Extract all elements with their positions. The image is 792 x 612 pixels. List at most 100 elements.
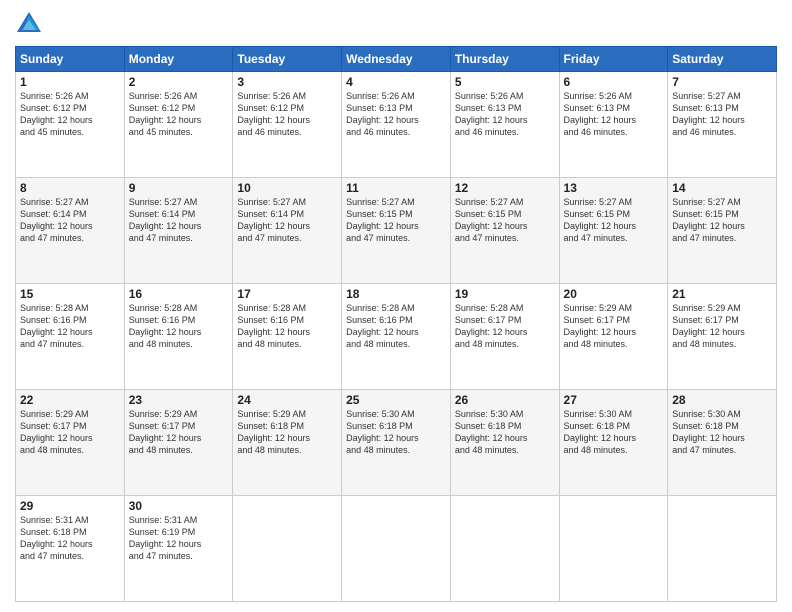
day-number: 22 (20, 393, 120, 407)
day-info: Sunrise: 5:30 AM Sunset: 6:18 PM Dayligh… (455, 408, 555, 457)
calendar-cell: 29Sunrise: 5:31 AM Sunset: 6:18 PM Dayli… (16, 496, 125, 602)
calendar-cell: 27Sunrise: 5:30 AM Sunset: 6:18 PM Dayli… (559, 390, 668, 496)
day-info: Sunrise: 5:26 AM Sunset: 6:12 PM Dayligh… (237, 90, 337, 139)
day-info: Sunrise: 5:31 AM Sunset: 6:19 PM Dayligh… (129, 514, 229, 563)
page: SundayMondayTuesdayWednesdayThursdayFrid… (0, 0, 792, 612)
day-number: 28 (672, 393, 772, 407)
day-number: 4 (346, 75, 446, 89)
day-number: 17 (237, 287, 337, 301)
day-info: Sunrise: 5:29 AM Sunset: 6:17 PM Dayligh… (129, 408, 229, 457)
day-info: Sunrise: 5:30 AM Sunset: 6:18 PM Dayligh… (346, 408, 446, 457)
calendar-week-row: 1Sunrise: 5:26 AM Sunset: 6:12 PM Daylig… (16, 72, 777, 178)
day-number: 16 (129, 287, 229, 301)
day-info: Sunrise: 5:31 AM Sunset: 6:18 PM Dayligh… (20, 514, 120, 563)
day-info: Sunrise: 5:27 AM Sunset: 6:15 PM Dayligh… (564, 196, 664, 245)
calendar-week-row: 22Sunrise: 5:29 AM Sunset: 6:17 PM Dayli… (16, 390, 777, 496)
calendar-table: SundayMondayTuesdayWednesdayThursdayFrid… (15, 46, 777, 602)
day-info: Sunrise: 5:29 AM Sunset: 6:17 PM Dayligh… (20, 408, 120, 457)
calendar-day-header: Wednesday (342, 47, 451, 72)
day-info: Sunrise: 5:26 AM Sunset: 6:13 PM Dayligh… (346, 90, 446, 139)
calendar-cell: 26Sunrise: 5:30 AM Sunset: 6:18 PM Dayli… (450, 390, 559, 496)
calendar-cell: 17Sunrise: 5:28 AM Sunset: 6:16 PM Dayli… (233, 284, 342, 390)
day-number: 2 (129, 75, 229, 89)
logo-icon (15, 10, 43, 38)
day-number: 10 (237, 181, 337, 195)
day-number: 7 (672, 75, 772, 89)
calendar-cell: 11Sunrise: 5:27 AM Sunset: 6:15 PM Dayli… (342, 178, 451, 284)
day-number: 24 (237, 393, 337, 407)
calendar-day-header: Sunday (16, 47, 125, 72)
calendar-cell: 28Sunrise: 5:30 AM Sunset: 6:18 PM Dayli… (668, 390, 777, 496)
day-number: 20 (564, 287, 664, 301)
calendar-cell: 30Sunrise: 5:31 AM Sunset: 6:19 PM Dayli… (124, 496, 233, 602)
day-info: Sunrise: 5:27 AM Sunset: 6:13 PM Dayligh… (672, 90, 772, 139)
calendar-cell: 10Sunrise: 5:27 AM Sunset: 6:14 PM Dayli… (233, 178, 342, 284)
day-info: Sunrise: 5:27 AM Sunset: 6:14 PM Dayligh… (237, 196, 337, 245)
day-number: 30 (129, 499, 229, 513)
day-info: Sunrise: 5:27 AM Sunset: 6:15 PM Dayligh… (455, 196, 555, 245)
day-number: 14 (672, 181, 772, 195)
calendar-cell: 20Sunrise: 5:29 AM Sunset: 6:17 PM Dayli… (559, 284, 668, 390)
calendar-cell: 19Sunrise: 5:28 AM Sunset: 6:17 PM Dayli… (450, 284, 559, 390)
day-info: Sunrise: 5:26 AM Sunset: 6:12 PM Dayligh… (20, 90, 120, 139)
day-number: 13 (564, 181, 664, 195)
calendar-week-row: 8Sunrise: 5:27 AM Sunset: 6:14 PM Daylig… (16, 178, 777, 284)
calendar-cell: 3Sunrise: 5:26 AM Sunset: 6:12 PM Daylig… (233, 72, 342, 178)
day-number: 25 (346, 393, 446, 407)
day-number: 5 (455, 75, 555, 89)
day-number: 18 (346, 287, 446, 301)
calendar-cell: 16Sunrise: 5:28 AM Sunset: 6:16 PM Dayli… (124, 284, 233, 390)
day-info: Sunrise: 5:28 AM Sunset: 6:17 PM Dayligh… (455, 302, 555, 351)
day-info: Sunrise: 5:28 AM Sunset: 6:16 PM Dayligh… (20, 302, 120, 351)
calendar-cell: 23Sunrise: 5:29 AM Sunset: 6:17 PM Dayli… (124, 390, 233, 496)
day-info: Sunrise: 5:28 AM Sunset: 6:16 PM Dayligh… (129, 302, 229, 351)
day-info: Sunrise: 5:29 AM Sunset: 6:18 PM Dayligh… (237, 408, 337, 457)
calendar-day-header: Thursday (450, 47, 559, 72)
day-number: 11 (346, 181, 446, 195)
calendar-cell: 12Sunrise: 5:27 AM Sunset: 6:15 PM Dayli… (450, 178, 559, 284)
calendar-cell: 2Sunrise: 5:26 AM Sunset: 6:12 PM Daylig… (124, 72, 233, 178)
calendar-cell: 5Sunrise: 5:26 AM Sunset: 6:13 PM Daylig… (450, 72, 559, 178)
day-number: 15 (20, 287, 120, 301)
day-info: Sunrise: 5:29 AM Sunset: 6:17 PM Dayligh… (672, 302, 772, 351)
day-number: 12 (455, 181, 555, 195)
day-info: Sunrise: 5:27 AM Sunset: 6:15 PM Dayligh… (672, 196, 772, 245)
calendar-cell: 15Sunrise: 5:28 AM Sunset: 6:16 PM Dayli… (16, 284, 125, 390)
calendar-cell: 21Sunrise: 5:29 AM Sunset: 6:17 PM Dayli… (668, 284, 777, 390)
calendar-cell: 9Sunrise: 5:27 AM Sunset: 6:14 PM Daylig… (124, 178, 233, 284)
day-number: 3 (237, 75, 337, 89)
calendar-cell: 14Sunrise: 5:27 AM Sunset: 6:15 PM Dayli… (668, 178, 777, 284)
day-info: Sunrise: 5:26 AM Sunset: 6:13 PM Dayligh… (455, 90, 555, 139)
day-number: 6 (564, 75, 664, 89)
day-info: Sunrise: 5:27 AM Sunset: 6:14 PM Dayligh… (129, 196, 229, 245)
calendar-cell (233, 496, 342, 602)
calendar-cell: 18Sunrise: 5:28 AM Sunset: 6:16 PM Dayli… (342, 284, 451, 390)
calendar-cell: 13Sunrise: 5:27 AM Sunset: 6:15 PM Dayli… (559, 178, 668, 284)
day-number: 26 (455, 393, 555, 407)
day-info: Sunrise: 5:26 AM Sunset: 6:13 PM Dayligh… (564, 90, 664, 139)
calendar-day-header: Tuesday (233, 47, 342, 72)
day-info: Sunrise: 5:28 AM Sunset: 6:16 PM Dayligh… (237, 302, 337, 351)
calendar-cell (668, 496, 777, 602)
calendar-cell (559, 496, 668, 602)
calendar-cell: 4Sunrise: 5:26 AM Sunset: 6:13 PM Daylig… (342, 72, 451, 178)
day-number: 23 (129, 393, 229, 407)
calendar-cell: 25Sunrise: 5:30 AM Sunset: 6:18 PM Dayli… (342, 390, 451, 496)
calendar-header-row: SundayMondayTuesdayWednesdayThursdayFrid… (16, 47, 777, 72)
calendar-cell (342, 496, 451, 602)
calendar-cell: 1Sunrise: 5:26 AM Sunset: 6:12 PM Daylig… (16, 72, 125, 178)
calendar-day-header: Saturday (668, 47, 777, 72)
day-number: 27 (564, 393, 664, 407)
day-info: Sunrise: 5:30 AM Sunset: 6:18 PM Dayligh… (672, 408, 772, 457)
calendar-week-row: 15Sunrise: 5:28 AM Sunset: 6:16 PM Dayli… (16, 284, 777, 390)
calendar-body: 1Sunrise: 5:26 AM Sunset: 6:12 PM Daylig… (16, 72, 777, 602)
day-number: 29 (20, 499, 120, 513)
calendar-cell: 7Sunrise: 5:27 AM Sunset: 6:13 PM Daylig… (668, 72, 777, 178)
day-number: 19 (455, 287, 555, 301)
day-info: Sunrise: 5:27 AM Sunset: 6:14 PM Dayligh… (20, 196, 120, 245)
calendar-cell: 22Sunrise: 5:29 AM Sunset: 6:17 PM Dayli… (16, 390, 125, 496)
calendar-cell: 24Sunrise: 5:29 AM Sunset: 6:18 PM Dayli… (233, 390, 342, 496)
day-number: 1 (20, 75, 120, 89)
day-number: 9 (129, 181, 229, 195)
calendar-day-header: Friday (559, 47, 668, 72)
